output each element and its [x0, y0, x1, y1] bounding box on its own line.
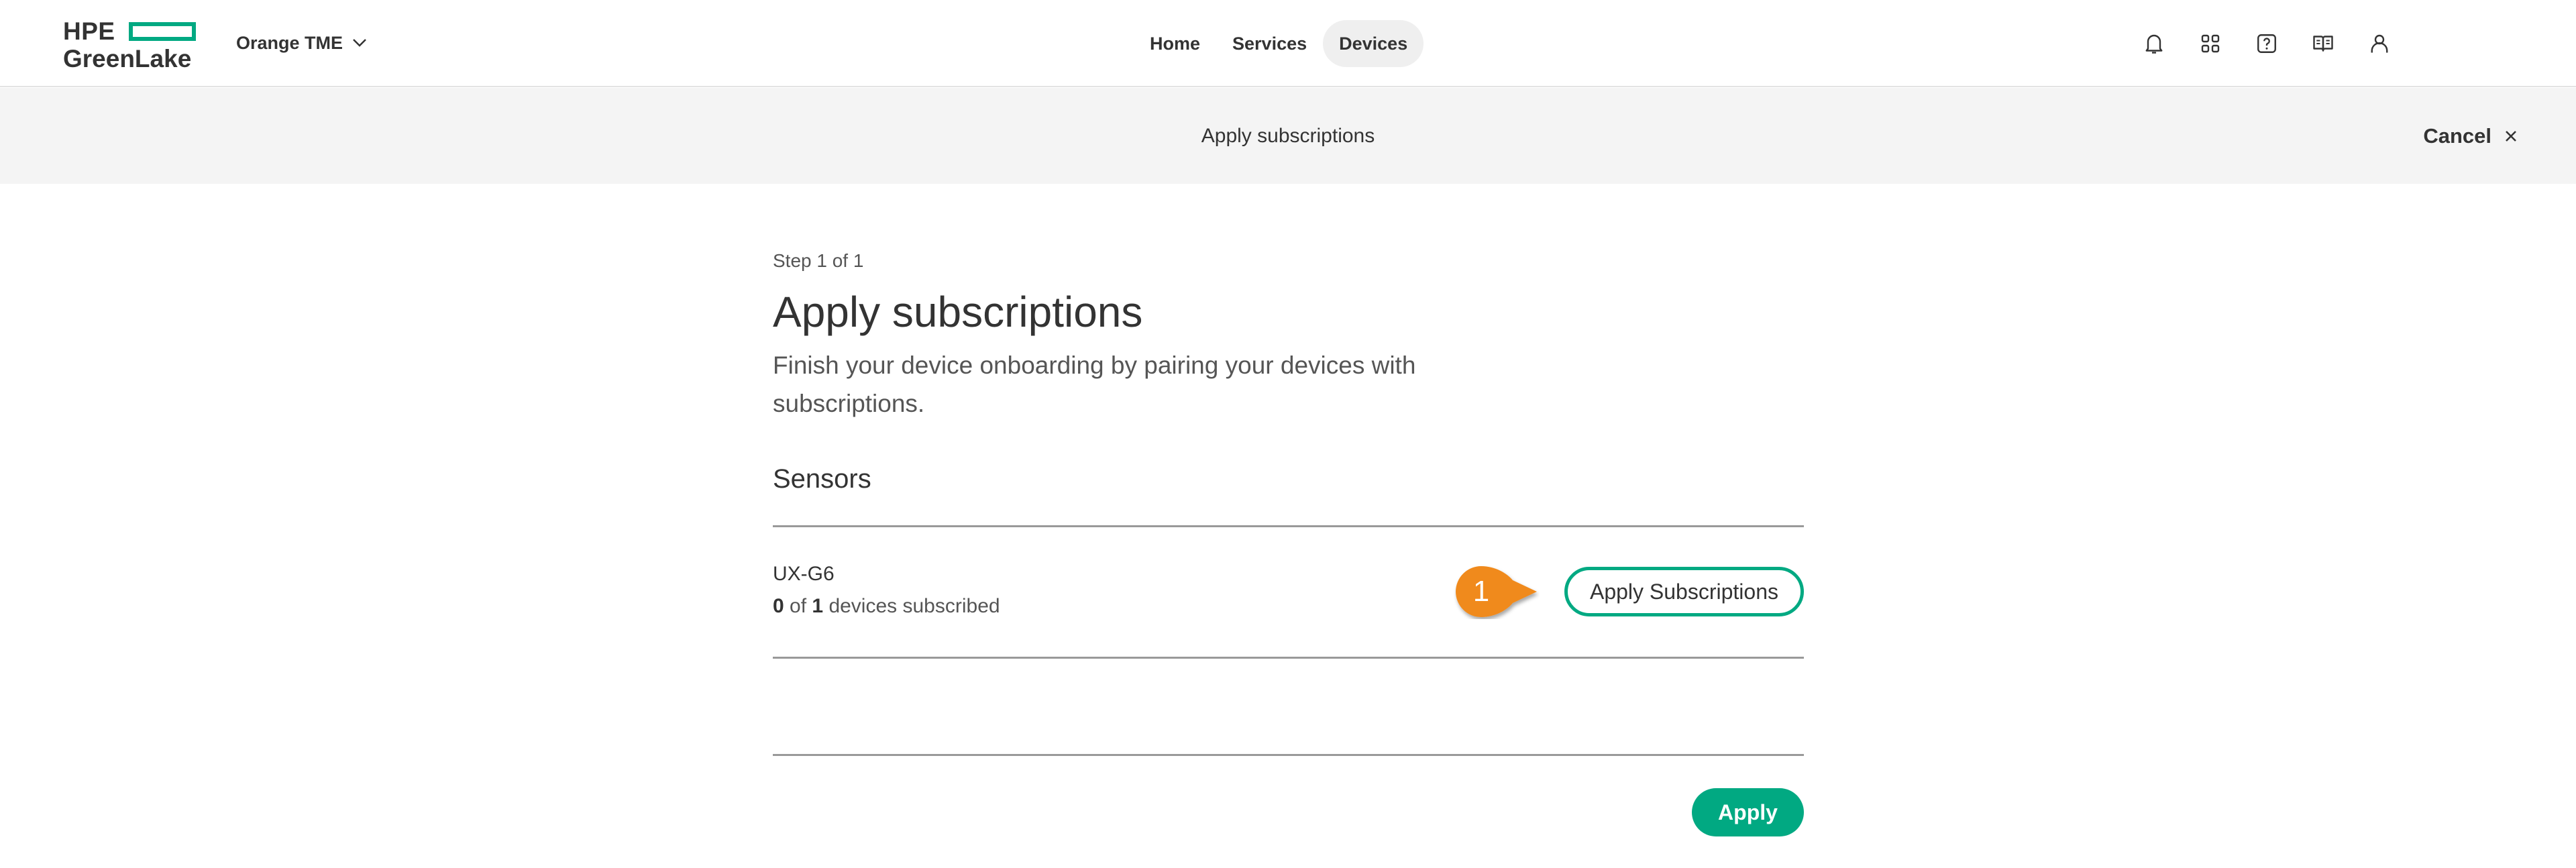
apps-button[interactable]	[2195, 28, 2226, 59]
workspace-selector[interactable]: Orange TME	[236, 30, 367, 56]
bell-icon	[2145, 34, 2163, 54]
logo-greenlake-text: GreenLake	[63, 45, 192, 72]
header-actions	[2139, 28, 2395, 59]
notifications-button[interactable]	[2139, 28, 2169, 59]
nav-home[interactable]: Home	[1134, 20, 1216, 67]
user-menu-button[interactable]	[2364, 28, 2395, 59]
documentation-book-icon	[2313, 36, 2333, 52]
workspace-name: Orange TME	[236, 32, 343, 53]
subscribed-count: 0	[773, 595, 784, 617]
apps-grid-icon	[2201, 34, 2220, 53]
subscription-status: 0 of 1 devices subscribed	[773, 594, 1000, 618]
wizard-content: Step 1 of 1 Apply subscriptions Finish y…	[773, 250, 1804, 836]
wizard-title: Apply subscriptions	[1201, 124, 1375, 147]
of-text: of	[790, 595, 807, 617]
cancel-button[interactable]: Cancel	[2423, 121, 2517, 151]
hpe-greenlake-logo[interactable]: HPE GreenLake	[63, 17, 204, 72]
device-model-name: UX-G6	[773, 563, 835, 585]
logo-hpe-text: HPE	[63, 17, 115, 45]
user-icon	[2371, 34, 2388, 53]
callout-number: 1	[1472, 575, 1490, 608]
help-icon	[2257, 34, 2276, 53]
help-button[interactable]	[2251, 28, 2282, 59]
page-description: Finish your device onboarding by pairing…	[773, 351, 1416, 417]
logo-element-rectangle	[129, 22, 196, 41]
wizard-header-bar: Apply subscriptions Cancel	[0, 88, 2576, 184]
total-count: 1	[812, 595, 824, 617]
device-row: UX-G6 0 of 1 devices subscribed 1 Apply …	[773, 527, 1804, 657]
apply-subscriptions-button[interactable]: Apply Subscriptions	[1564, 567, 1804, 616]
nav-devices[interactable]: Devices	[1323, 20, 1424, 67]
status-suffix: devices subscribed	[828, 595, 1000, 617]
apply-button[interactable]: Apply	[1692, 788, 1804, 836]
chevron-down-icon	[353, 39, 366, 47]
footer-actions: Apply	[773, 756, 1804, 836]
main-nav: Home Services Devices	[1134, 20, 1424, 67]
close-icon	[2506, 131, 2516, 142]
page-title: Apply subscriptions	[773, 288, 1143, 336]
documentation-button[interactable]	[2308, 28, 2339, 59]
step-indicator: Step 1 of 1	[773, 250, 864, 271]
section-title-sensors: Sensors	[773, 464, 871, 494]
step-callout-marker: 1	[1454, 564, 1540, 619]
top-header: HPE GreenLake Orange TME Home Services D…	[0, 0, 2576, 87]
cancel-label: Cancel	[2423, 124, 2491, 148]
nav-services[interactable]: Services	[1216, 20, 1323, 67]
